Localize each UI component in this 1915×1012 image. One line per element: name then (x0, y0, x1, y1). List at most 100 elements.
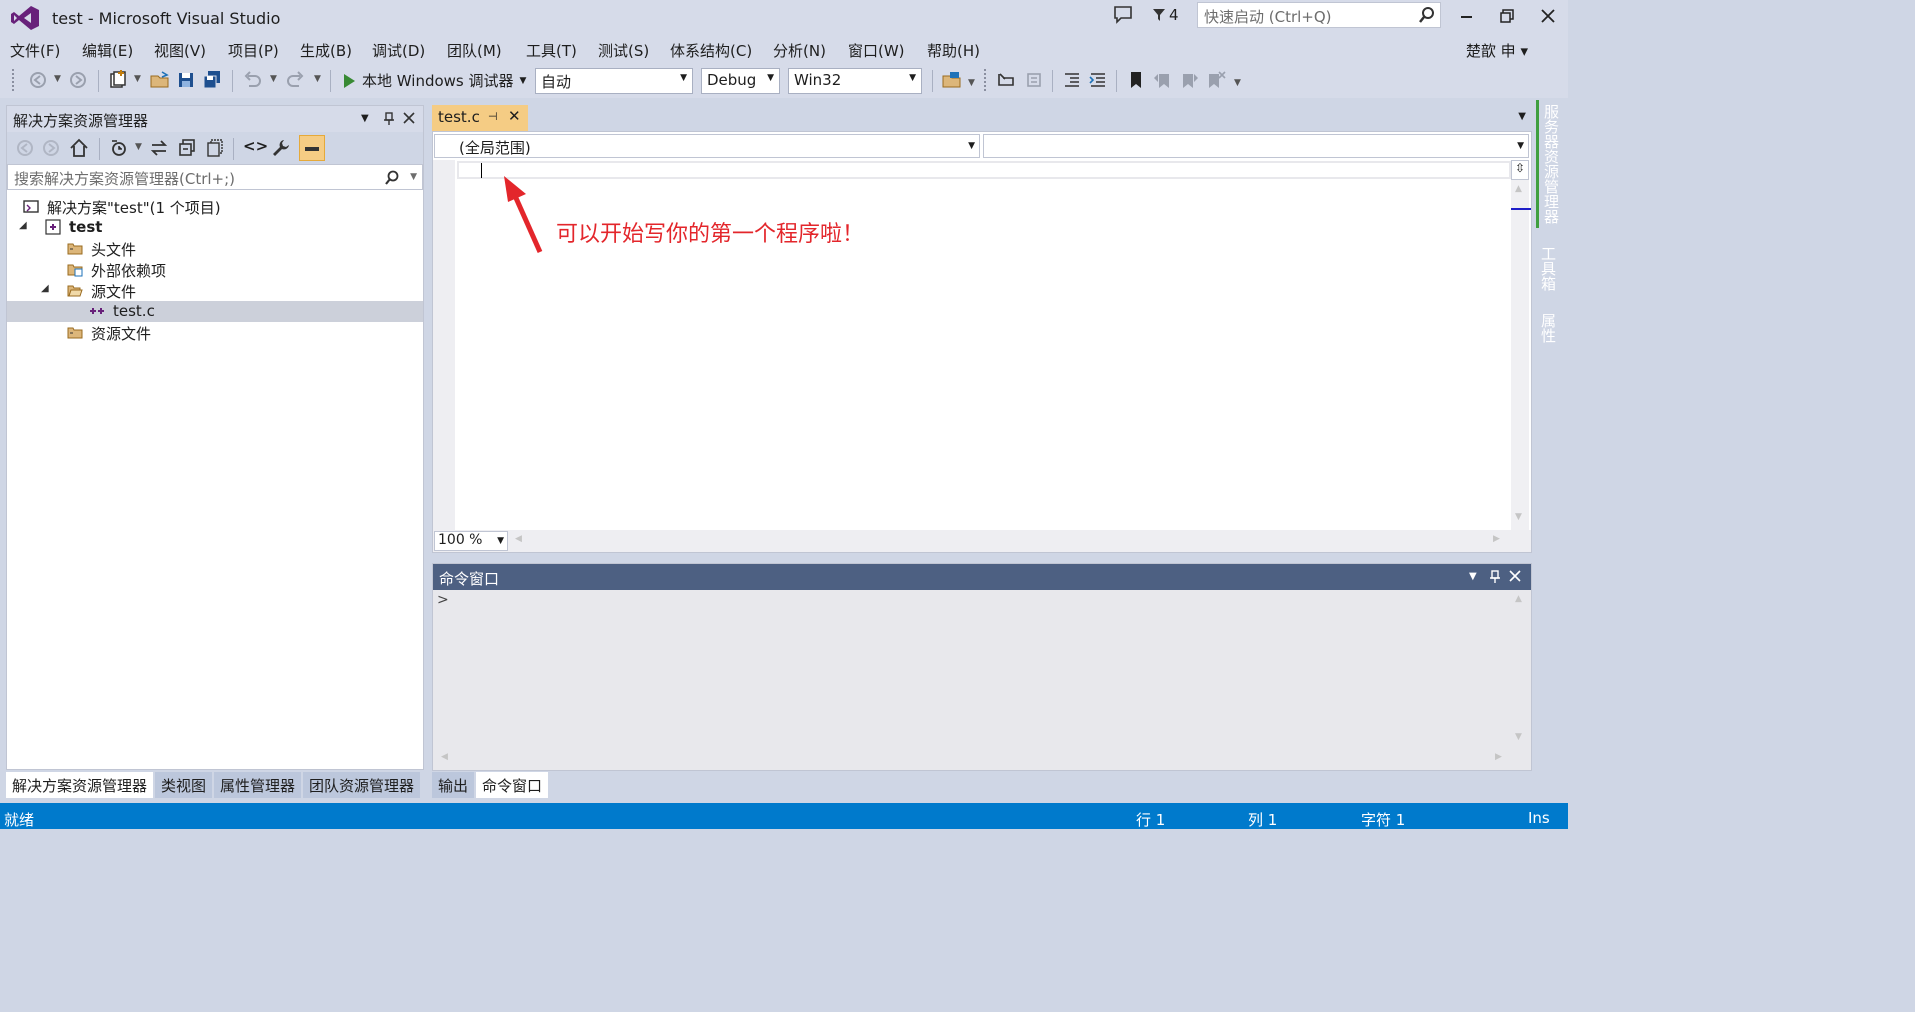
home-icon[interactable] (69, 138, 89, 158)
menu-project[interactable]: 项目(P) (228, 40, 279, 61)
tree-item-resource-files[interactable]: 资源文件 (7, 322, 423, 343)
preview-selected-items-button[interactable] (299, 135, 325, 161)
view-code-icon[interactable]: <> (243, 137, 268, 155)
back-icon[interactable] (15, 138, 35, 158)
forward-icon[interactable] (41, 138, 61, 158)
toolbar-grip[interactable] (984, 69, 988, 91)
toolbar-grip[interactable] (12, 69, 16, 91)
toolbar-overflow[interactable]: ▼ (968, 78, 975, 88)
menu-analyze[interactable]: 分析(N) (773, 40, 826, 61)
menu-build[interactable]: 生成(B) (300, 40, 352, 61)
menu-window[interactable]: 窗口(W) (848, 40, 905, 61)
save-all-icon[interactable] (202, 70, 222, 90)
outdent-icon[interactable] (1062, 70, 1082, 90)
scroll-down-icon[interactable]: ▼ (1515, 512, 1522, 522)
restore-button[interactable] (1493, 4, 1521, 28)
show-all-files-icon[interactable] (205, 138, 225, 158)
tree-item-test-c[interactable]: test.c (7, 301, 423, 322)
toolbar-overflow[interactable]: ▼ (1234, 78, 1241, 88)
zoom-select[interactable]: 100 % ▼ (434, 531, 508, 551)
indent-icon[interactable] (1088, 70, 1108, 90)
clear-bookmarks-icon[interactable] (1206, 70, 1226, 90)
quick-launch-input[interactable]: 快速启动 (Ctrl+Q) (1197, 2, 1441, 28)
tab-class-view[interactable]: 类视图 (155, 772, 213, 798)
scroll-up-icon[interactable]: ▲ (1515, 184, 1522, 194)
new-project-icon[interactable] (108, 70, 128, 90)
scroll-down-icon[interactable]: ▼ (1515, 732, 1522, 742)
active-files-chevron-down-icon[interactable]: ▼ (1518, 111, 1526, 122)
command-prompt[interactable]: > (437, 592, 449, 608)
menu-team[interactable]: 团队(M) (447, 40, 502, 61)
solution-explorer-search[interactable]: 搜索解决方案资源管理器(Ctrl+;) ▼ (7, 164, 423, 190)
redo-icon[interactable] (286, 70, 306, 90)
scroll-right-icon[interactable]: ▶ (1495, 752, 1502, 762)
search-options-chevron-down-icon[interactable]: ▼ (410, 172, 417, 182)
sync-icon[interactable] (149, 138, 169, 158)
new-project-dropdown[interactable]: ▼ (134, 74, 141, 84)
tab-solution-explorer[interactable]: 解决方案资源管理器 (6, 772, 154, 798)
menu-file[interactable]: 文件(F) (10, 40, 60, 61)
notifications[interactable]: 4 (1152, 6, 1179, 24)
expanded-triangle-icon[interactable]: ◢ (19, 220, 27, 231)
panel-menu-chevron-down-icon[interactable]: ▼ (361, 113, 369, 124)
start-debugging-button[interactable]: 本地 Windows 调试器 ▼ (342, 70, 526, 91)
vertical-scrollbar[interactable]: ▲ ▼ (1511, 160, 1531, 530)
undo-icon[interactable] (242, 70, 262, 90)
save-icon[interactable] (176, 70, 196, 90)
tree-item-project[interactable]: ◢ test (7, 217, 423, 238)
tree-item-source-files[interactable]: ◢ 源文件 (7, 280, 423, 301)
uncomment-icon[interactable] (1024, 70, 1044, 90)
navigate-back-dropdown[interactable]: ▼ (54, 74, 61, 84)
member-navigation-select[interactable]: ▼ (983, 134, 1529, 158)
tab-server-explorer[interactable]: 服务器资源管理器 (1536, 100, 1564, 228)
solution-configuration-select[interactable]: 自动 ▼ (535, 68, 693, 94)
minimize-button[interactable] (1452, 4, 1480, 28)
scroll-left-icon[interactable]: ◀ (441, 752, 448, 762)
menu-test[interactable]: 测试(S) (598, 40, 649, 61)
code-editor[interactable]: (全局范围) ▼ ▼ ▲ ▼ ⇳ 100 % ▼ ◀ ▶ (432, 131, 1532, 553)
close-window-button[interactable] (1534, 4, 1562, 28)
menu-tools[interactable]: 工具(T) (526, 40, 577, 61)
build-configuration-select[interactable]: Debug ▼ (701, 68, 780, 94)
find-in-files-icon[interactable] (942, 70, 962, 90)
tree-item-external-dependencies[interactable]: 外部依赖项 (7, 259, 423, 280)
tab-toolbox[interactable]: 工具箱 (1536, 242, 1561, 295)
menu-architecture[interactable]: 体系结构(C) (670, 40, 752, 61)
user-account[interactable]: 楚歆 申 ▾ (1466, 40, 1528, 61)
pin-icon[interactable] (1489, 570, 1501, 584)
tree-item-solution[interactable]: 解决方案"test"(1 个项目) (7, 196, 423, 217)
panel-menu-chevron-down-icon[interactable]: ▼ (1469, 571, 1477, 582)
tab-command-window[interactable]: 命令窗口 (476, 772, 549, 798)
pin-tab-icon[interactable]: ⊣ (488, 110, 498, 123)
next-bookmark-icon[interactable] (1180, 70, 1200, 90)
scroll-up-icon[interactable]: ▲ (1515, 594, 1522, 604)
comment-icon[interactable] (996, 70, 1016, 90)
close-icon[interactable] (403, 112, 415, 124)
tab-test-c[interactable]: test.c ⊣ ✕ (432, 105, 528, 131)
close-tab-icon[interactable]: ✕ (508, 107, 521, 125)
tab-output[interactable]: 输出 (432, 772, 475, 798)
scope-navigation-select[interactable]: (全局范围) ▼ (434, 134, 980, 158)
tab-property-manager[interactable]: 属性管理器 (214, 772, 302, 798)
pending-changes-filter-icon[interactable] (109, 138, 129, 158)
platform-select[interactable]: Win32 ▼ (788, 68, 922, 94)
previous-bookmark-icon[interactable] (1152, 70, 1172, 90)
scroll-right-icon[interactable]: ▶ (1493, 534, 1500, 544)
tab-properties[interactable]: 属性 (1536, 309, 1561, 347)
undo-dropdown[interactable]: ▼ (270, 74, 277, 84)
pin-icon[interactable] (383, 112, 395, 126)
tab-team-explorer[interactable]: 团队资源管理器 (303, 772, 421, 798)
tree-item-header-files[interactable]: 头文件 (7, 238, 423, 259)
feedback-icon[interactable] (1112, 5, 1134, 25)
navigate-forward-icon[interactable] (68, 70, 88, 90)
horizontal-scrollbar[interactable]: 100 % ▼ ◀ ▶ (433, 530, 1531, 552)
close-icon[interactable] (1509, 570, 1521, 582)
navigate-back-icon[interactable] (28, 70, 48, 90)
properties-wrench-icon[interactable] (271, 138, 291, 158)
split-window-icon[interactable]: ⇳ (1511, 160, 1529, 180)
menu-edit[interactable]: 编辑(E) (82, 40, 133, 61)
redo-dropdown[interactable]: ▼ (314, 74, 321, 84)
bookmark-icon[interactable] (1126, 70, 1146, 90)
open-file-icon[interactable] (150, 70, 170, 90)
expanded-triangle-icon[interactable]: ◢ (41, 283, 49, 294)
